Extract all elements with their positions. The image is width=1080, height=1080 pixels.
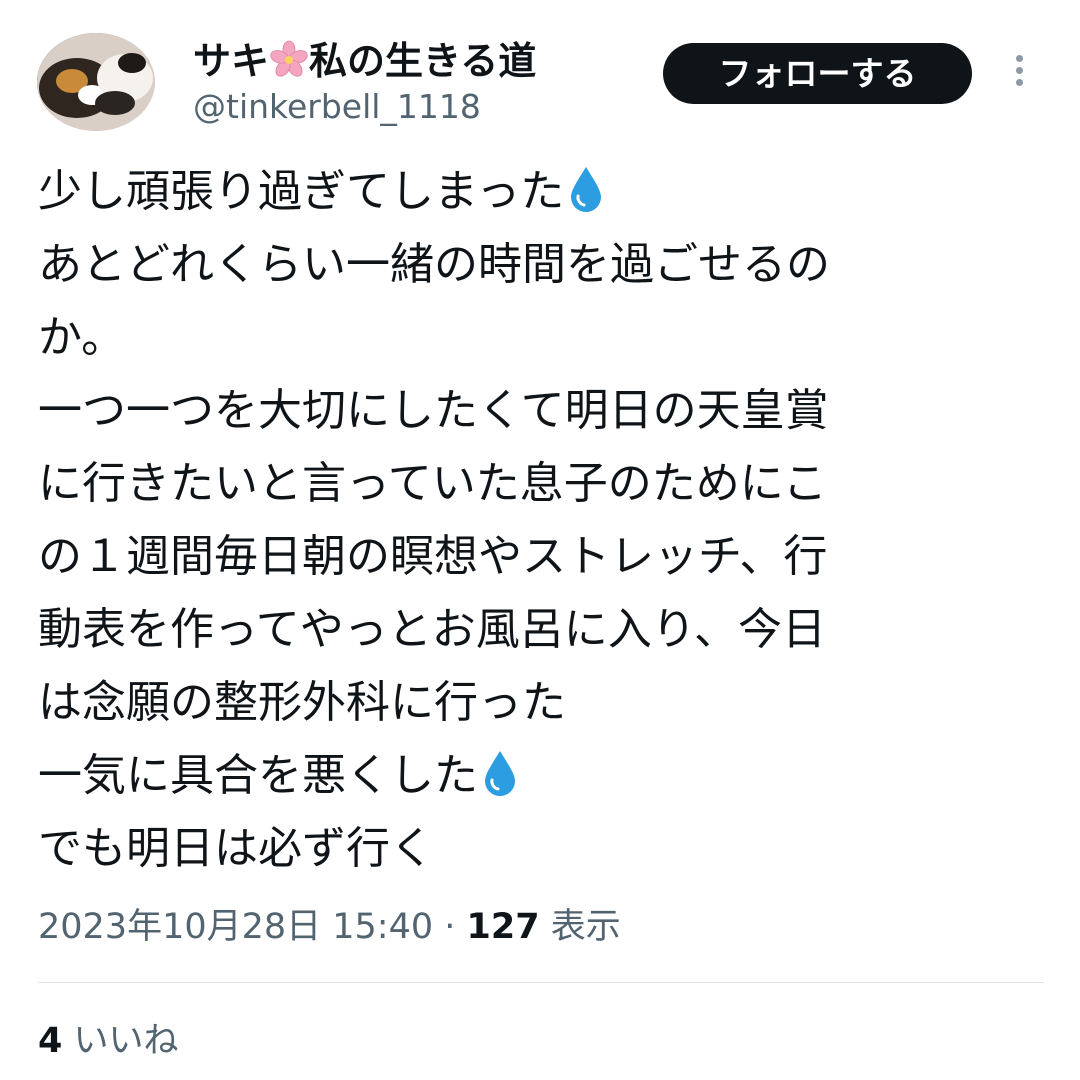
tweet-line: 一気に具合を悪くした <box>38 739 1048 812</box>
display-name-first: サキ <box>193 39 270 83</box>
tweet-text: 少し頑張り過ぎてしまった あとどれくらい一緒の時間を過ごせるの か。 一つ一つを… <box>38 155 1048 885</box>
tweet-line: 動表を作ってやっとお風呂に入り、今日 <box>38 604 827 655</box>
tweet-meta: 2023年10月28日 15:40 · 127 表示 <box>38 903 621 951</box>
tweet-line: は念願の整形外科に行った <box>38 677 566 728</box>
tweet-timestamp[interactable]: 2023年10月28日 15:40 <box>38 907 433 947</box>
droplet-icon <box>566 161 606 212</box>
views-count: 127 <box>466 907 540 947</box>
views-label: 表示 <box>539 907 621 947</box>
likes-label: いいね <box>62 1021 179 1061</box>
tweet-line: の１週間毎日朝の瞑想やストレッチ、行 <box>38 531 828 582</box>
user-handle[interactable]: @tinkerbell_1118 <box>193 85 481 129</box>
tweet-line: あとどれくらい一緒の時間を過ごせるの <box>38 239 830 290</box>
more-options-icon[interactable] <box>1004 55 1034 95</box>
tweet-line: か。 <box>38 312 126 363</box>
avatar-image <box>37 33 155 131</box>
cherry-blossom-icon <box>269 40 309 80</box>
avatar[interactable] <box>37 33 155 131</box>
tweet-line: でも明日は必ず行く <box>38 823 434 874</box>
display-name-second: 私の生きる道 <box>309 39 537 83</box>
meta-separator: · <box>433 907 467 947</box>
tweet-line: 一つ一つを大切にしたくて明日の天皇賞 <box>38 385 829 436</box>
likes-stat[interactable]: 4 いいね <box>38 1017 179 1065</box>
display-name[interactable]: サキ 私の生きる道 <box>193 36 536 86</box>
likes-count: 4 <box>38 1021 63 1061</box>
tweet-line: に行きたいと言っていた息子のためにこ <box>38 458 827 509</box>
divider <box>38 982 1044 983</box>
tweet-line: 少し頑張り過ぎてしまった <box>38 155 1048 228</box>
droplet-icon <box>480 745 520 796</box>
follow-button[interactable]: フォローする <box>663 43 972 104</box>
